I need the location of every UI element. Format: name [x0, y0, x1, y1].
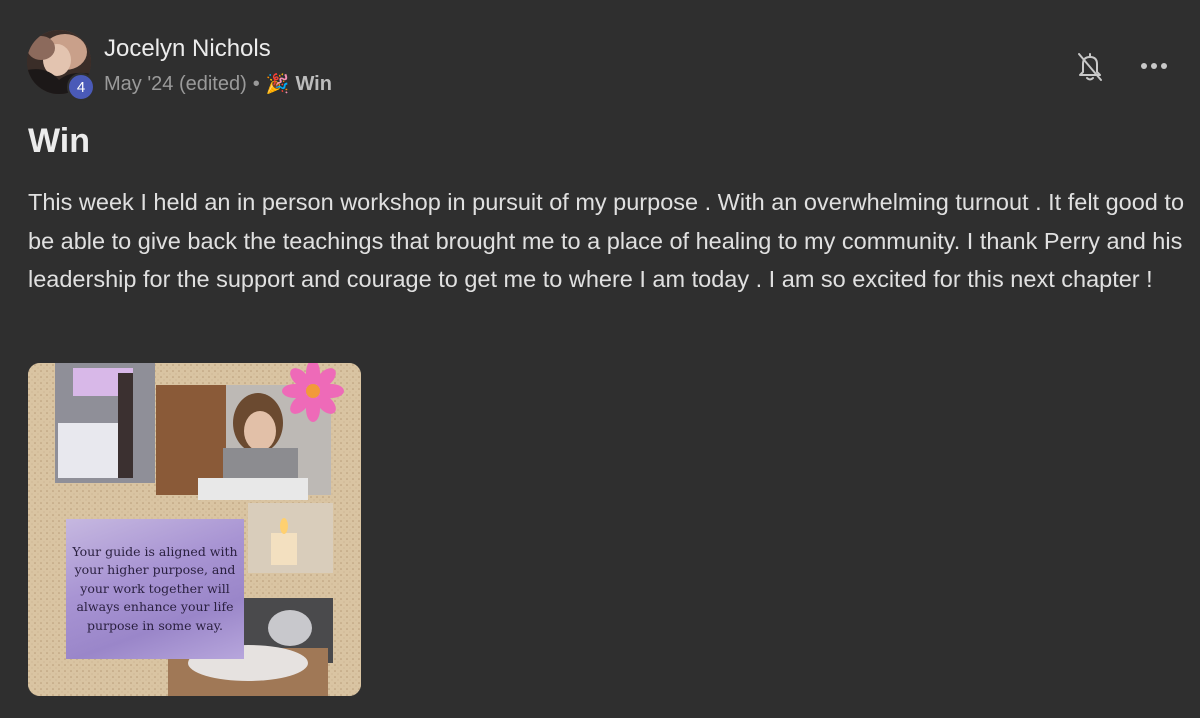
party-popper-icon: 🎉	[265, 74, 290, 95]
post-image-attachment[interactable]: Your guide is aligned with your higher p…	[28, 363, 361, 696]
meta-separator: •	[252, 72, 260, 95]
more-dot	[1141, 63, 1147, 69]
more-dot	[1151, 63, 1157, 69]
post-category[interactable]: Win	[295, 73, 331, 96]
more-dot	[1161, 63, 1167, 69]
post-body: This week I held an in person workshop i…	[28, 189, 1185, 292]
post-date[interactable]: May '24 (edited)	[104, 73, 247, 96]
post-title: Win	[28, 122, 91, 160]
bell-off-icon[interactable]	[1075, 50, 1105, 82]
more-options-button[interactable]	[1137, 53, 1171, 79]
author-avatar-container[interactable]: 4	[27, 30, 95, 101]
author-name[interactable]: Jocelyn Nichols	[104, 35, 271, 63]
post-meta: May '24 (edited) • 🎉 Win	[104, 72, 332, 96]
quote-card: Your guide is aligned with your higher p…	[66, 519, 244, 659]
post-card: 4 Jocelyn Nichols May '24 (edited) • 🎉 W…	[0, 0, 1200, 718]
level-badge: 4	[67, 73, 95, 101]
